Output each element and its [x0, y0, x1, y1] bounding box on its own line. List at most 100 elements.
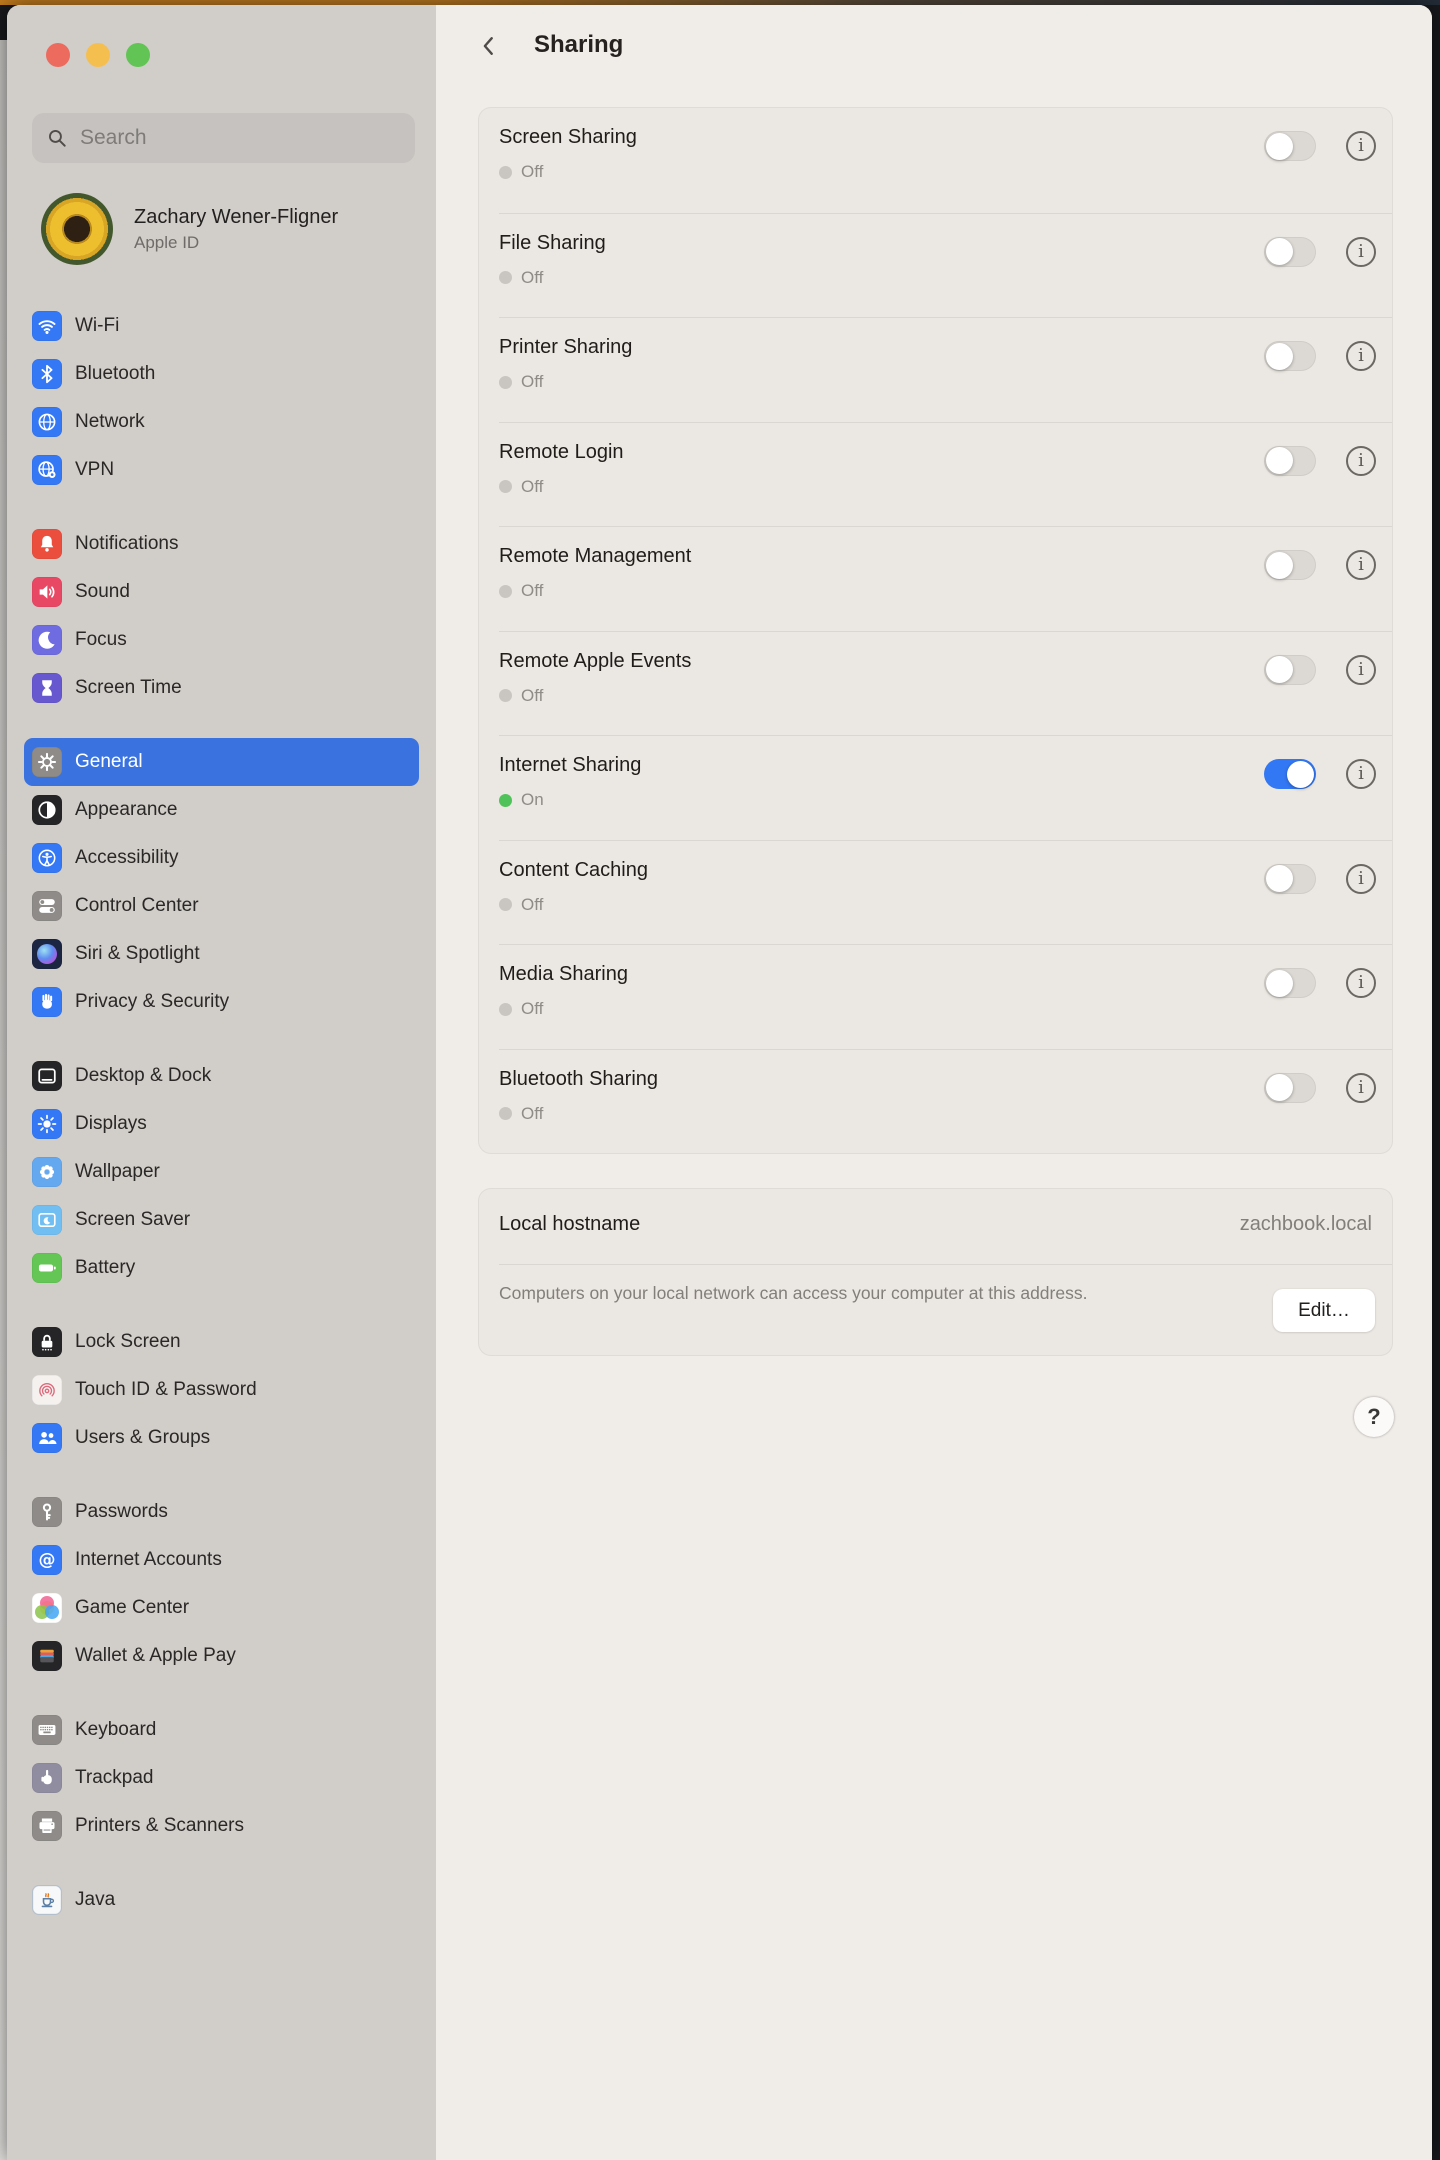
sidebar-item-game-center[interactable]: Game Center [24, 1584, 419, 1632]
sidebar-item-control-center[interactable]: Control Center [24, 882, 419, 930]
users-icon [32, 1423, 62, 1453]
share-row-media-sharing: Media SharingOffi [499, 944, 1392, 1049]
toggle-remote-management[interactable] [1264, 550, 1316, 580]
globe-icon [32, 407, 62, 437]
sidebar-item-label: Lock Screen [75, 1331, 181, 1353]
edit-hostname-button[interactable]: Edit… [1273, 1289, 1375, 1332]
pane-header: Sharing [436, 5, 1432, 85]
sidebar-item-desktop-dock[interactable]: Desktop & Dock [24, 1052, 419, 1100]
sidebar-item-bluetooth[interactable]: Bluetooth [24, 350, 419, 398]
sidebar-item-label: Notifications [75, 533, 179, 555]
sidebar-item-wallet-apple-pay[interactable]: Wallet & Apple Pay [24, 1632, 419, 1680]
service-label: Screen Sharing [499, 126, 637, 149]
toggles-icon [32, 891, 62, 921]
share-row-printer-sharing: Printer SharingOffi [499, 317, 1392, 422]
info-button-bluetooth-sharing[interactable]: i [1346, 1073, 1376, 1103]
sidebar-item-notifications[interactable]: Notifications [24, 520, 419, 568]
sidebar-item-network[interactable]: Network [24, 398, 419, 446]
sidebar-item-trackpad[interactable]: Trackpad [24, 1754, 419, 1802]
hand-icon [32, 987, 62, 1017]
game-center-bubbles-icon [32, 1593, 62, 1623]
search-field[interactable] [32, 113, 415, 163]
status-dot-off [499, 1003, 512, 1016]
lock-icon [32, 1327, 62, 1357]
sidebar-item-wallpaper[interactable]: Wallpaper [24, 1148, 419, 1196]
background-window-edge [0, 40, 7, 2160]
toggle-internet-sharing[interactable] [1264, 759, 1316, 789]
sidebar-item-displays[interactable]: Displays [24, 1100, 419, 1148]
service-status: Off [499, 999, 543, 1019]
close-button[interactable] [46, 43, 70, 67]
info-button-remote-login[interactable]: i [1346, 446, 1376, 476]
sidebar-item-internet-accounts[interactable]: @Internet Accounts [24, 1536, 419, 1584]
toggle-content-caching[interactable] [1264, 864, 1316, 894]
info-button-content-caching[interactable]: i [1346, 864, 1376, 894]
sidebar-item-general[interactable]: General [24, 738, 419, 786]
help-button[interactable]: ? [1354, 1397, 1394, 1437]
sidebar-item-label: Focus [75, 629, 127, 651]
battery-icon [32, 1253, 62, 1283]
info-button-printer-sharing[interactable]: i [1346, 341, 1376, 371]
sidebar-item-printers-scanners[interactable]: Printers & Scanners [24, 1802, 419, 1850]
share-row-content-caching: Content CachingOffi [499, 840, 1392, 945]
sidebar-item-keyboard[interactable]: Keyboard [24, 1706, 419, 1754]
sidebar-item-label: Wallet & Apple Pay [75, 1645, 236, 1667]
sidebar-item-screen-time[interactable]: Screen Time [24, 664, 419, 712]
hostname-description: Computers on your local network can acce… [499, 1279, 1159, 1307]
sidebar-item-label: Passwords [75, 1501, 168, 1523]
sidebar-item-battery[interactable]: Battery [24, 1244, 419, 1292]
minimize-button[interactable] [86, 43, 110, 67]
toggle-bluetooth-sharing[interactable] [1264, 1073, 1316, 1103]
sidebar-item-passwords[interactable]: Passwords [24, 1488, 419, 1536]
info-button-remote-apple-events[interactable]: i [1346, 655, 1376, 685]
status-label: Off [521, 581, 543, 601]
toggle-remote-apple-events[interactable] [1264, 655, 1316, 685]
wallet-cards-icon [32, 1641, 62, 1671]
sidebar-item-focus[interactable]: Focus [24, 616, 419, 664]
toggle-knob [1266, 656, 1293, 683]
sidebar-item-siri-spotlight[interactable]: Siri & Spotlight [24, 930, 419, 978]
sidebar-item-privacy-security[interactable]: Privacy & Security [24, 978, 419, 1026]
back-button[interactable] [478, 33, 506, 63]
share-row-file-sharing: File SharingOffi [499, 213, 1392, 318]
sidebar-item-touch-id-password[interactable]: Touch ID & Password [24, 1366, 419, 1414]
toggle-screen-sharing[interactable] [1264, 131, 1316, 161]
sidebar-item-vpn[interactable]: VPN [24, 446, 419, 494]
zoom-button[interactable] [126, 43, 150, 67]
info-button-file-sharing[interactable]: i [1346, 237, 1376, 267]
toggle-media-sharing[interactable] [1264, 968, 1316, 998]
toggle-printer-sharing[interactable] [1264, 341, 1316, 371]
sidebar-item-label: Game Center [75, 1597, 189, 1619]
apple-id-row[interactable]: Zachary Wener-Fligner Apple ID [41, 193, 338, 265]
info-button-media-sharing[interactable]: i [1346, 968, 1376, 998]
service-status: Off [499, 162, 543, 182]
status-label: Off [521, 686, 543, 706]
accessibility-icon [32, 843, 62, 873]
info-button-internet-sharing[interactable]: i [1346, 759, 1376, 789]
hostname-label: Local hostname [499, 1213, 640, 1236]
toggle-remote-login[interactable] [1264, 446, 1316, 476]
search-input[interactable] [78, 125, 382, 151]
siri-orb-icon [32, 939, 62, 969]
sidebar-item-accessibility[interactable]: Accessibility [24, 834, 419, 882]
status-dot-off [499, 166, 512, 179]
sidebar-item-screen-saver[interactable]: Screen Saver [24, 1196, 419, 1244]
sidebar-item-label: Siri & Spotlight [75, 943, 200, 965]
service-label: Internet Sharing [499, 754, 641, 777]
sidebar-item-users-groups[interactable]: Users & Groups [24, 1414, 419, 1462]
toggle-file-sharing[interactable] [1264, 237, 1316, 267]
sidebar-item-java[interactable]: Java [24, 1876, 419, 1924]
chevron-left-icon [478, 33, 500, 59]
info-button-screen-sharing[interactable]: i [1346, 131, 1376, 161]
sidebar-item-sound[interactable]: Sound [24, 568, 419, 616]
info-button-remote-management[interactable]: i [1346, 550, 1376, 580]
sidebar-item-appearance[interactable]: Appearance [24, 786, 419, 834]
sidebar-item-lock-screen[interactable]: Lock Screen [24, 1318, 419, 1366]
java-cup-icon [32, 1885, 62, 1915]
service-status: Off [499, 686, 543, 706]
toggle-knob [1266, 552, 1293, 579]
sidebar-item-wifi[interactable]: Wi-Fi [24, 302, 419, 350]
sidebar: Zachary Wener-Fligner Apple ID Wi-FiBlue… [7, 5, 437, 2160]
at-sign-icon: @ [32, 1545, 62, 1575]
service-status: Off [499, 268, 543, 288]
